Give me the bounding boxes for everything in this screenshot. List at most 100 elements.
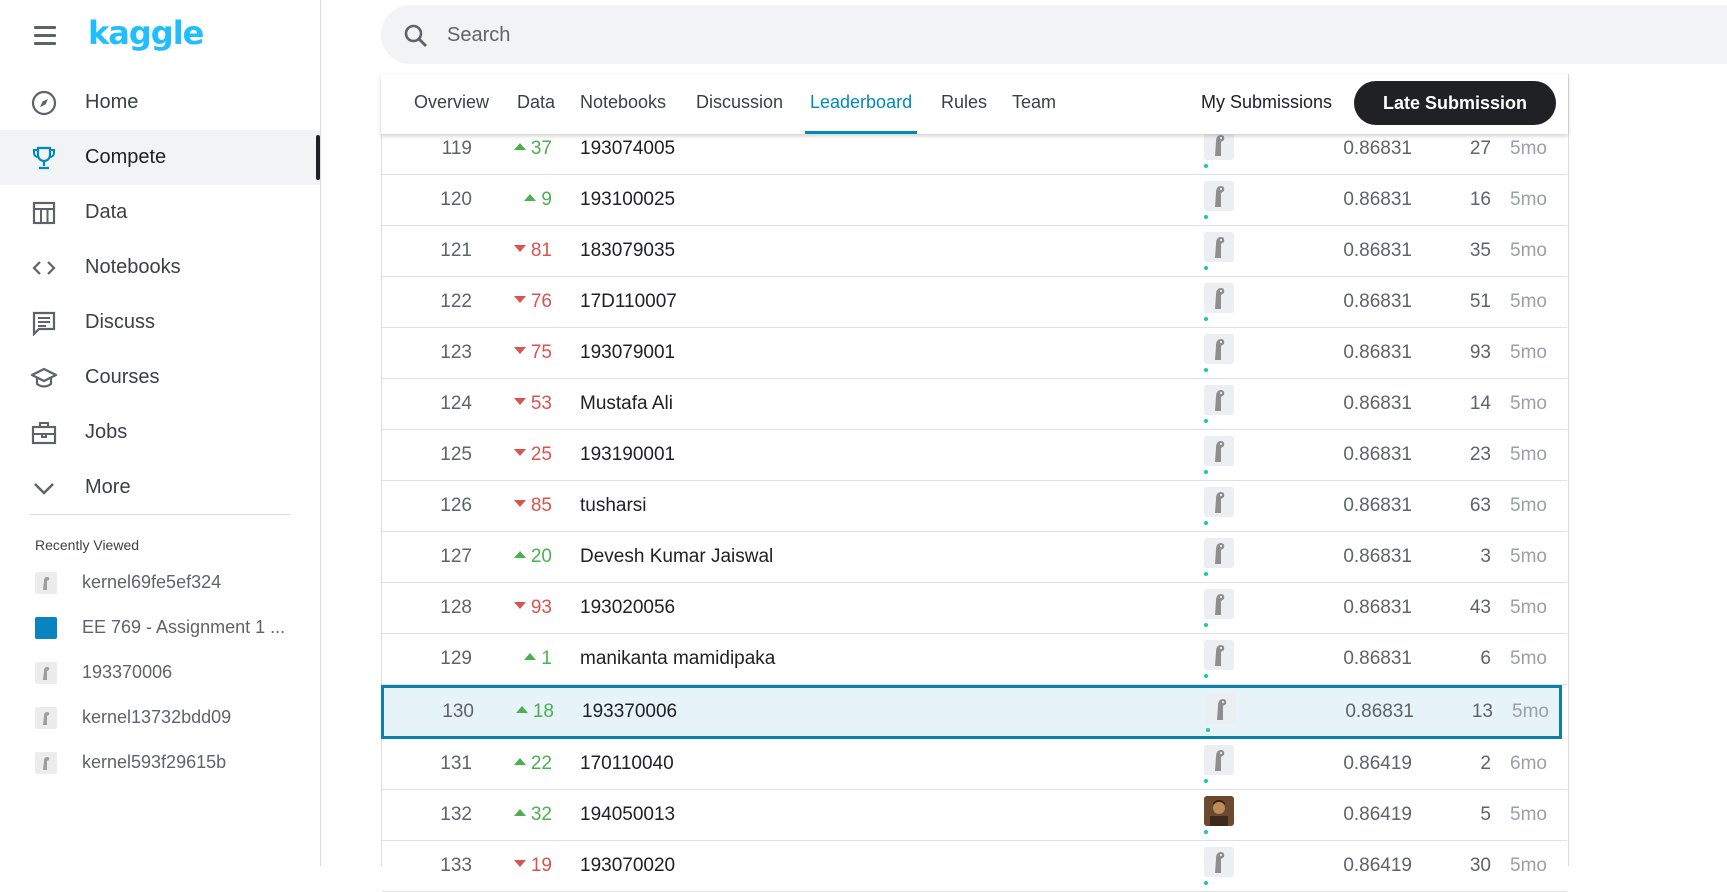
kernel-thumbnail-icon <box>35 706 57 729</box>
sidebar-item-home[interactable]: Home <box>0 75 320 130</box>
avatar[interactable] <box>1204 181 1234 211</box>
leaderboard-row[interactable]: 126 85 tusharsi 0.86831 63 5mo <box>382 481 1567 532</box>
score: 0.86831 <box>1343 291 1412 312</box>
avatar[interactable] <box>1204 847 1234 877</box>
entries: 3 <box>1480 546 1491 567</box>
avatar[interactable] <box>1204 640 1234 670</box>
chevron-down-icon <box>30 474 58 502</box>
tab-leaderboard[interactable]: Leaderboard <box>804 74 918 134</box>
leaderboard-row[interactable]: 131 22 170110040 0.86419 2 6mo <box>382 739 1567 790</box>
tab-notebooks[interactable]: Notebooks <box>580 74 666 134</box>
team-name[interactable]: 193100025 <box>580 175 675 225</box>
team-name[interactable]: 193020056 <box>580 583 675 633</box>
entries: 6 <box>1480 648 1491 669</box>
leaderboard-row[interactable]: 122 76 17D110007 0.86831 51 5mo <box>382 277 1567 328</box>
entries: 93 <box>1469 342 1491 363</box>
sidebar-item-courses[interactable]: Courses <box>0 350 320 405</box>
late-submission-button[interactable]: Late Submission <box>1354 81 1556 125</box>
team-name[interactable]: 17D110007 <box>580 277 677 327</box>
search-icon <box>403 23 429 54</box>
avatar[interactable] <box>1204 130 1234 160</box>
team-name[interactable]: 193070020 <box>580 841 675 891</box>
sidebar-item-jobs[interactable]: Jobs <box>0 405 320 460</box>
trophy-icon <box>30 144 58 172</box>
team-name[interactable]: 193370006 <box>582 688 677 736</box>
avatar[interactable] <box>1204 745 1234 775</box>
avatar[interactable] <box>1204 589 1234 619</box>
tab-team[interactable]: Team <box>1012 74 1056 134</box>
avatar[interactable] <box>1204 232 1234 262</box>
last-submission: 5mo <box>1510 495 1547 516</box>
avatar[interactable] <box>1204 487 1234 517</box>
tab-data[interactable]: Data <box>517 74 555 134</box>
table-icon <box>30 199 58 227</box>
sidebar-item-label: Courses <box>85 366 160 388</box>
score: 0.86831 <box>1343 444 1412 465</box>
code-icon <box>30 254 58 282</box>
leaderboard-row[interactable]: 123 75 193079001 0.86831 93 5mo <box>382 328 1567 379</box>
leaderboard-row[interactable]: 120 9 193100025 0.86831 16 5mo <box>382 175 1567 226</box>
avatar[interactable] <box>1204 538 1234 568</box>
leaderboard-row[interactable]: 127 20 Devesh Kumar Jaiswal 0.86831 3 5mo <box>382 532 1567 583</box>
recent-item[interactable]: 193370006 <box>0 650 320 695</box>
rank-change: 32 <box>497 790 552 840</box>
leaderboard-row[interactable]: 129 1 manikanta mamidipaka 0.86831 6 5mo <box>382 634 1567 685</box>
avatar[interactable] <box>1206 694 1236 724</box>
recent-item[interactable]: kernel593f29615b <box>0 740 320 785</box>
rank-change: 25 <box>497 430 552 480</box>
team-name[interactable]: Devesh Kumar Jaiswal <box>580 532 773 582</box>
recent-item[interactable]: kernel13732bdd09 <box>0 695 320 740</box>
last-submission: 5mo <box>1510 291 1547 312</box>
leaderboard-row[interactable]: 133 19 193070020 0.86419 30 5mo <box>382 841 1567 892</box>
team-name[interactable]: manikanta mamidipaka <box>580 634 775 684</box>
online-dot <box>1204 674 1208 678</box>
sidebar-item-data[interactable]: Data <box>0 185 320 240</box>
team-name[interactable]: 183079035 <box>580 226 675 276</box>
avatar[interactable] <box>1204 334 1234 364</box>
recent-item[interactable]: EE 769 - Assignment 1 ... <box>0 605 320 650</box>
team-name[interactable]: 193079001 <box>580 328 675 378</box>
online-dot <box>1204 521 1208 525</box>
sidebar-item-discuss[interactable]: Discuss <box>0 295 320 350</box>
rank: 123 <box>440 342 472 363</box>
kaggle-logo[interactable]: kaggle <box>88 14 204 52</box>
last-submission: 6mo <box>1510 753 1547 774</box>
rank-change: 75 <box>497 328 552 378</box>
rank-down-icon <box>513 602 526 610</box>
rank-up-icon <box>513 758 526 766</box>
rank-down-icon <box>513 296 526 304</box>
my-submissions-link[interactable]: My Submissions <box>1201 74 1332 134</box>
team-name[interactable]: tusharsi <box>580 481 647 531</box>
leaderboard-row-highlighted[interactable]: 130 18 193370006 0.86831 13 5mo <box>381 685 1562 739</box>
sidebar-item-compete[interactable]: Compete <box>0 130 320 185</box>
search-input[interactable] <box>445 17 1049 53</box>
leaderboard-row[interactable]: 128 93 193020056 0.86831 43 5mo <box>382 583 1567 634</box>
kernel-thumbnail-icon <box>35 571 57 594</box>
avatar[interactable] <box>1204 385 1234 415</box>
team-name[interactable]: 193190001 <box>580 430 675 480</box>
rank-up-icon <box>513 551 526 559</box>
sidebar-item-more[interactable]: More <box>0 460 320 515</box>
menu-icon[interactable] <box>34 26 58 46</box>
sidebar-item-notebooks[interactable]: Notebooks <box>0 240 320 295</box>
tab-discussion[interactable]: Discussion <box>696 74 783 134</box>
tab-rules[interactable]: Rules <box>941 74 987 134</box>
leaderboard-row[interactable]: 132 32 194050013 0.86419 5 5mo <box>382 790 1567 841</box>
leaderboard-row[interactable]: 125 25 193190001 0.86831 23 5mo <box>382 430 1567 481</box>
avatar[interactable] <box>1204 283 1234 313</box>
leaderboard-row[interactable]: 121 81 183079035 0.86831 35 5mo <box>382 226 1567 277</box>
team-name[interactable]: 194050013 <box>580 790 675 840</box>
rank-change-value: 32 <box>530 804 552 825</box>
rank-down-icon <box>513 347 526 355</box>
tab-overview[interactable]: Overview <box>414 74 489 134</box>
avatar[interactable] <box>1204 796 1234 826</box>
team-name[interactable]: Mustafa Ali <box>580 379 673 429</box>
sidebar-item-label: Data <box>85 201 128 223</box>
avatar[interactable] <box>1204 436 1234 466</box>
leaderboard-row[interactable]: 124 53 Mustafa Ali 0.86831 14 5mo <box>382 379 1567 430</box>
recent-item[interactable]: kernel69fe5ef324 <box>0 560 320 605</box>
rank-change-value: 20 <box>530 546 552 567</box>
entries: 2 <box>1480 753 1491 774</box>
team-name[interactable]: 170110040 <box>580 739 674 789</box>
online-dot <box>1204 317 1208 321</box>
